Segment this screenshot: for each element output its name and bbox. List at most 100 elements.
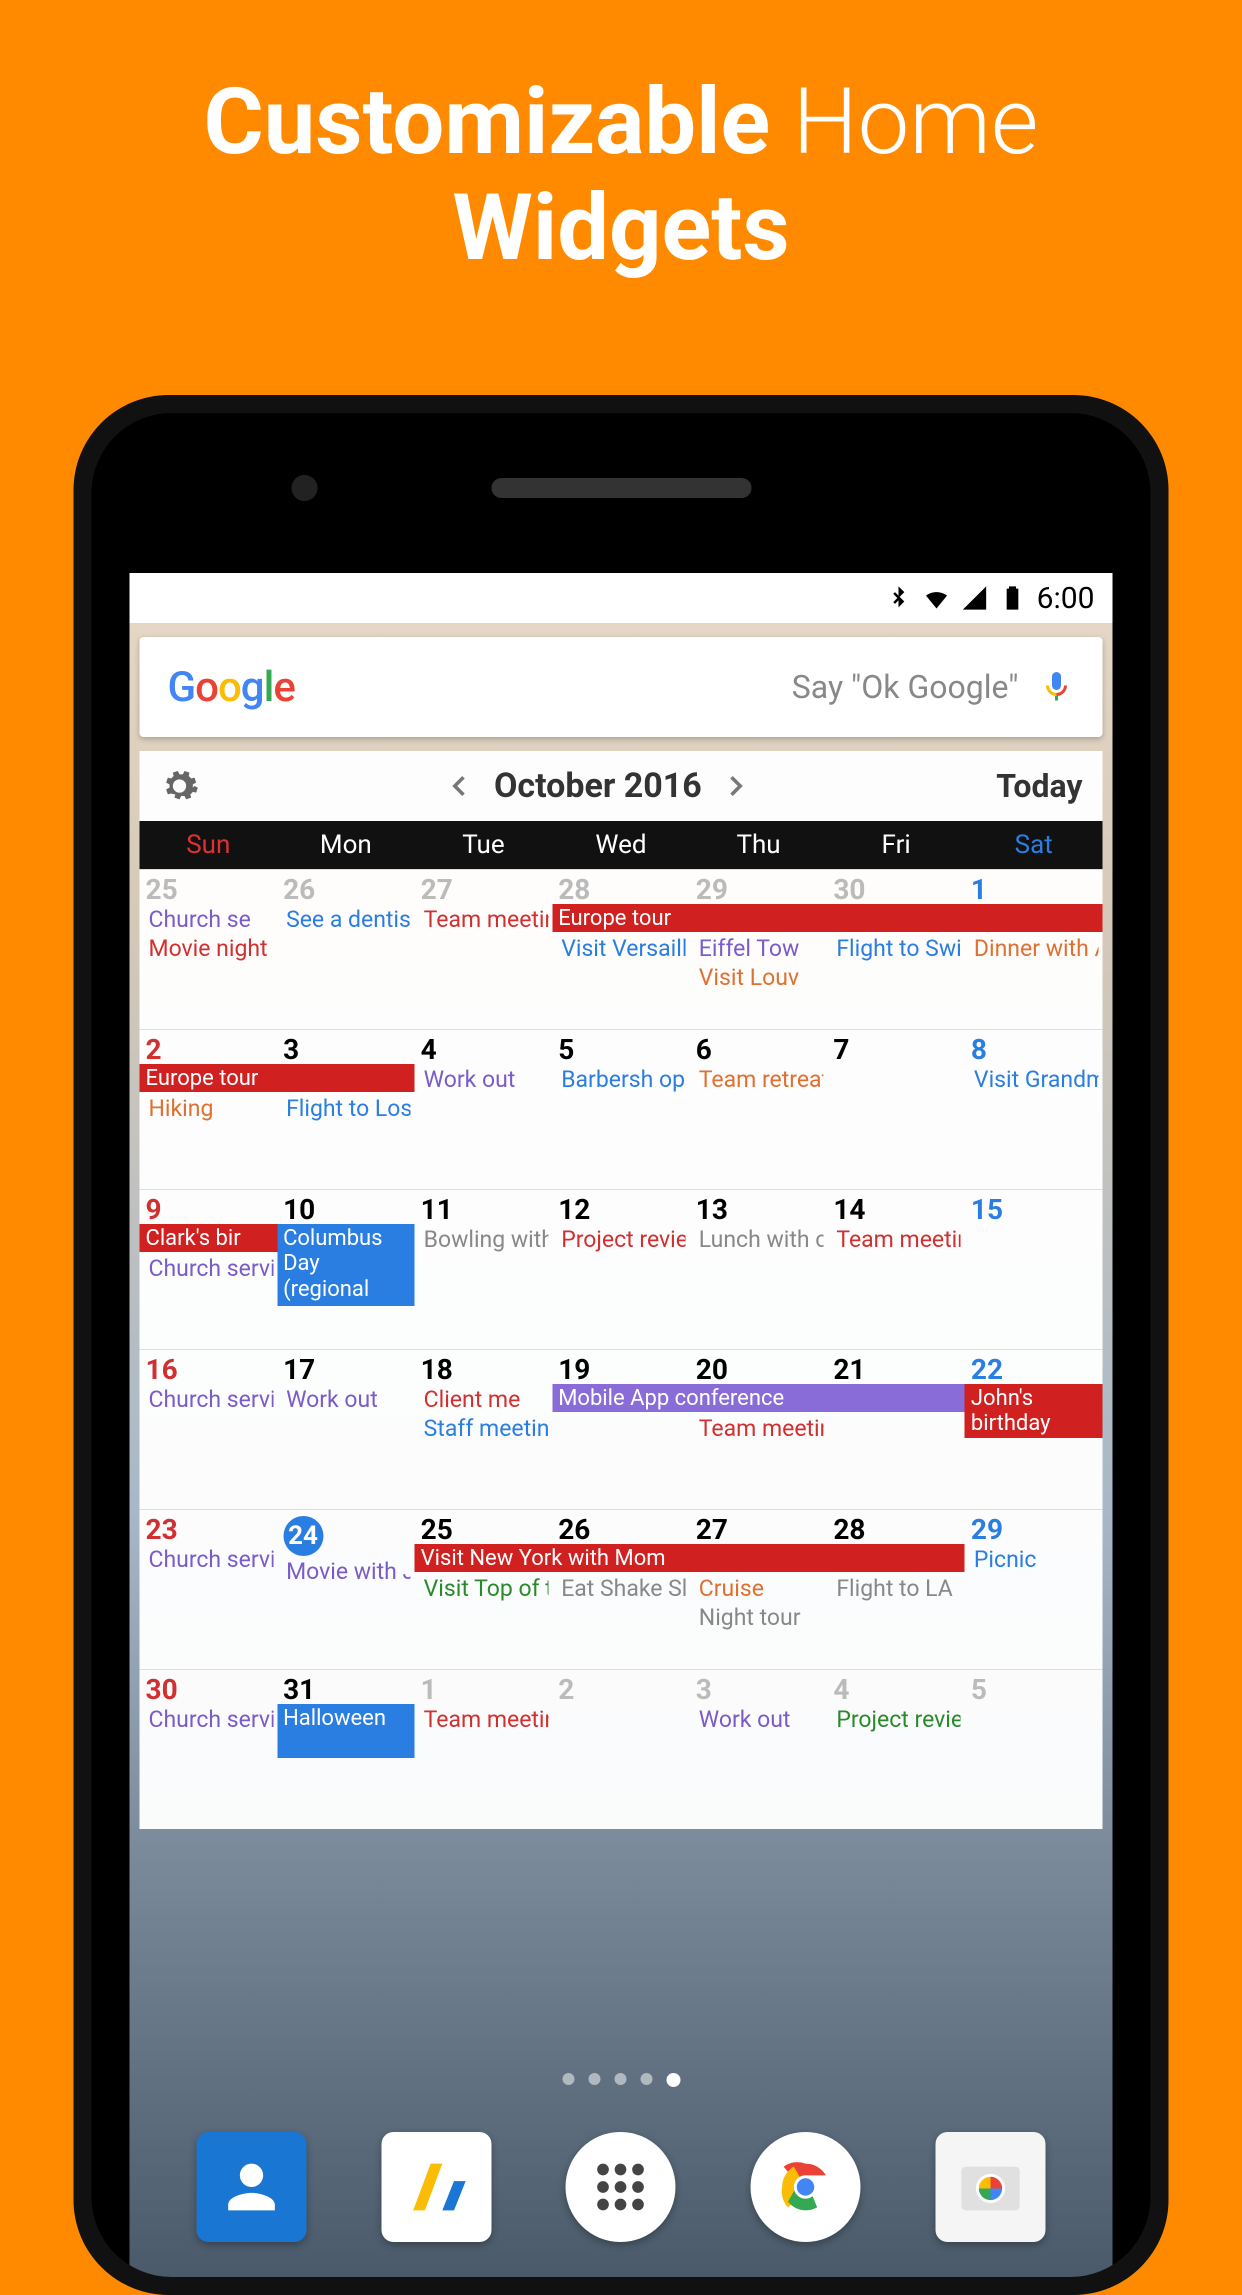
- spanning-event[interactable]: Europe tour: [140, 1064, 415, 1092]
- calendar-cell[interactable]: 8Visit Grandma: [965, 1030, 1103, 1189]
- calendar-cell[interactable]: 7: [827, 1030, 965, 1189]
- calendar-event[interactable]: Movie with Jennifer: [283, 1558, 411, 1586]
- contacts-app-icon[interactable]: [197, 2132, 307, 2242]
- calendar-cell[interactable]: 4Work out: [415, 1030, 553, 1189]
- calendar-event[interactable]: Visit Top of the: [421, 1575, 549, 1603]
- spanning-event[interactable]: Visit New York with Mom: [415, 1544, 965, 1572]
- calendar-event[interactable]: Client me: [421, 1386, 549, 1414]
- calendar-cell[interactable]: 21: [827, 1350, 965, 1509]
- spanning-event[interactable]: Mobile App conference: [552, 1384, 965, 1412]
- calendar-event[interactable]: Bowling with Jennifer: [421, 1226, 549, 1254]
- calendar-event[interactable]: Team meeting: [421, 1706, 549, 1734]
- calendar-cell[interactable]: 29Eiffel TowVisit Louv: [690, 870, 828, 1029]
- calendar-event[interactable]: Lunch with client: [696, 1226, 824, 1254]
- month-title[interactable]: October 2016: [494, 766, 702, 806]
- calendar-event[interactable]: Team meeting: [696, 1415, 824, 1443]
- calendar-event[interactable]: Cruise: [696, 1575, 824, 1603]
- calendar-event[interactable]: Eat Shake Shack: [558, 1575, 686, 1603]
- calendar-cell[interactable]: 26See a dentist: [277, 870, 415, 1029]
- chrome-app-icon[interactable]: [751, 2132, 861, 2242]
- calendar-cell[interactable]: 4Project review: [827, 1670, 965, 1829]
- calendar-cell[interactable]: 3Work out: [690, 1670, 828, 1829]
- today-button[interactable]: Today: [996, 767, 1082, 805]
- calendar-event[interactable]: Team meeting: [421, 906, 549, 934]
- spanning-event[interactable]: Columbus Day (regional: [277, 1224, 415, 1306]
- calendar-event[interactable]: Project review: [833, 1706, 961, 1734]
- calendar-cell[interactable]: 29Picnic: [965, 1510, 1103, 1669]
- adsense-app-icon[interactable]: [381, 2132, 491, 2242]
- calendar-event[interactable]: Flight to LA: [833, 1575, 961, 1603]
- calendar-event[interactable]: See a dentist: [283, 906, 411, 934]
- calendar-event[interactable]: Visit Grandma: [971, 1066, 1099, 1094]
- calendar-event[interactable]: Eiffel Tow: [696, 935, 824, 963]
- calendar-cell[interactable]: 2Hiking: [140, 1030, 278, 1189]
- camera-app-icon[interactable]: [935, 2132, 1045, 2242]
- calendar-cell[interactable]: 25Church seMovie night: [140, 870, 278, 1029]
- calendar-cell[interactable]: 2: [552, 1670, 690, 1829]
- calendar-event[interactable]: Team retreat: [696, 1066, 824, 1094]
- calendar-cell[interactable]: 30Church service: [140, 1670, 278, 1829]
- calendar-cell[interactable]: 9Church service: [140, 1190, 278, 1349]
- calendar-event[interactable]: Staff meeting: [421, 1415, 549, 1443]
- calendar-event[interactable]: Flight to Los: [283, 1095, 411, 1123]
- calendar-cell[interactable]: 26Eat Shake Shack: [552, 1510, 690, 1669]
- calendar-cell[interactable]: 27CruiseNight tour: [690, 1510, 828, 1669]
- calendar-event[interactable]: Night tour: [696, 1604, 824, 1632]
- spanning-event[interactable]: Clark's bir: [140, 1224, 278, 1252]
- calendar-cell[interactable]: 27Team meeting: [415, 870, 553, 1029]
- calendar-cell[interactable]: 16Church service: [140, 1350, 278, 1509]
- calendar-event[interactable]: Work out: [696, 1706, 824, 1734]
- calendar-event[interactable]: Movie night: [146, 935, 274, 963]
- calendar-event[interactable]: Church service: [146, 1386, 274, 1414]
- mic-icon[interactable]: [1039, 669, 1075, 705]
- calendar-event[interactable]: Project review: [558, 1226, 686, 1254]
- calendar-cell[interactable]: 25Visit Top of the: [415, 1510, 553, 1669]
- calendar-cell[interactable]: 1 Dinner with Aunt: [965, 870, 1103, 1029]
- calendar-cell[interactable]: 18Client meStaff meeting: [415, 1350, 553, 1509]
- calendar-cell[interactable]: 12Project review: [552, 1190, 690, 1349]
- calendar-event[interactable]: Hiking: [146, 1095, 274, 1123]
- calendar-cell[interactable]: 20Team meeting: [690, 1350, 828, 1509]
- calendar-event[interactable]: Church se: [146, 906, 274, 934]
- calendar-cell[interactable]: 28Visit Versailles: [552, 870, 690, 1029]
- calendar-cell[interactable]: 13Lunch with client: [690, 1190, 828, 1349]
- calendar-cell[interactable]: 1Team meeting: [415, 1670, 553, 1829]
- gear-icon[interactable]: [160, 766, 200, 806]
- calendar-cell[interactable]: 19: [552, 1350, 690, 1509]
- calendar-event[interactable]: Church service: [146, 1546, 274, 1574]
- calendar-event[interactable]: Visit Versailles: [558, 935, 686, 963]
- spanning-event[interactable]: Europe tour: [552, 904, 1102, 932]
- calendar-event[interactable]: Dinner with Aunt: [971, 935, 1099, 963]
- google-search-bar[interactable]: Google Say "Ok Google": [140, 637, 1103, 737]
- calendar-cell[interactable]: 5Barbersh op: [552, 1030, 690, 1189]
- calendar-event[interactable]: Church service: [146, 1706, 274, 1734]
- calendar-event[interactable]: Team meeting: [833, 1226, 961, 1254]
- day-number: 1: [971, 876, 1099, 904]
- calendar-event[interactable]: Barbersh op: [558, 1066, 686, 1094]
- calendar-cell[interactable]: 28Flight to LA: [827, 1510, 965, 1669]
- calendar-event[interactable]: Visit Louv: [696, 964, 824, 992]
- calendar-cell[interactable]: 5: [965, 1670, 1103, 1829]
- spanning-event[interactable]: Halloween: [277, 1704, 415, 1758]
- spanning-event[interactable]: John's birthday: [965, 1384, 1103, 1438]
- calendar-event[interactable]: Work out: [421, 1066, 549, 1094]
- calendar-cell[interactable]: 14Team meeting: [827, 1190, 965, 1349]
- calendar-event[interactable]: Church service: [146, 1255, 274, 1283]
- calendar-event[interactable]: Flight to Switzerla: [833, 935, 961, 963]
- day-header: Sun Mon Tue Wed Thu Fri Sat: [140, 821, 1103, 869]
- chevron-left-icon[interactable]: [444, 771, 474, 801]
- calendar-cell[interactable]: 30Flight to Switzerla: [827, 870, 965, 1029]
- calendar-cell[interactable]: 23Church service: [140, 1510, 278, 1669]
- calendar-cell[interactable]: 15: [965, 1190, 1103, 1349]
- day-number: 30: [146, 1676, 274, 1704]
- calendar-cell[interactable]: 3Flight to Los: [277, 1030, 415, 1189]
- calendar-cell[interactable]: 24Movie with Jennifer: [277, 1510, 415, 1669]
- calendar-event[interactable]: Work out: [283, 1386, 411, 1414]
- chevron-right-icon[interactable]: [722, 771, 752, 801]
- month-nav: October 2016: [200, 766, 997, 806]
- calendar-cell[interactable]: 11Bowling with Jennifer: [415, 1190, 553, 1349]
- calendar-cell[interactable]: 6Team retreat: [690, 1030, 828, 1189]
- calendar-cell[interactable]: 17Work out: [277, 1350, 415, 1509]
- calendar-event[interactable]: Picnic: [971, 1546, 1099, 1574]
- app-drawer-icon[interactable]: [566, 2132, 676, 2242]
